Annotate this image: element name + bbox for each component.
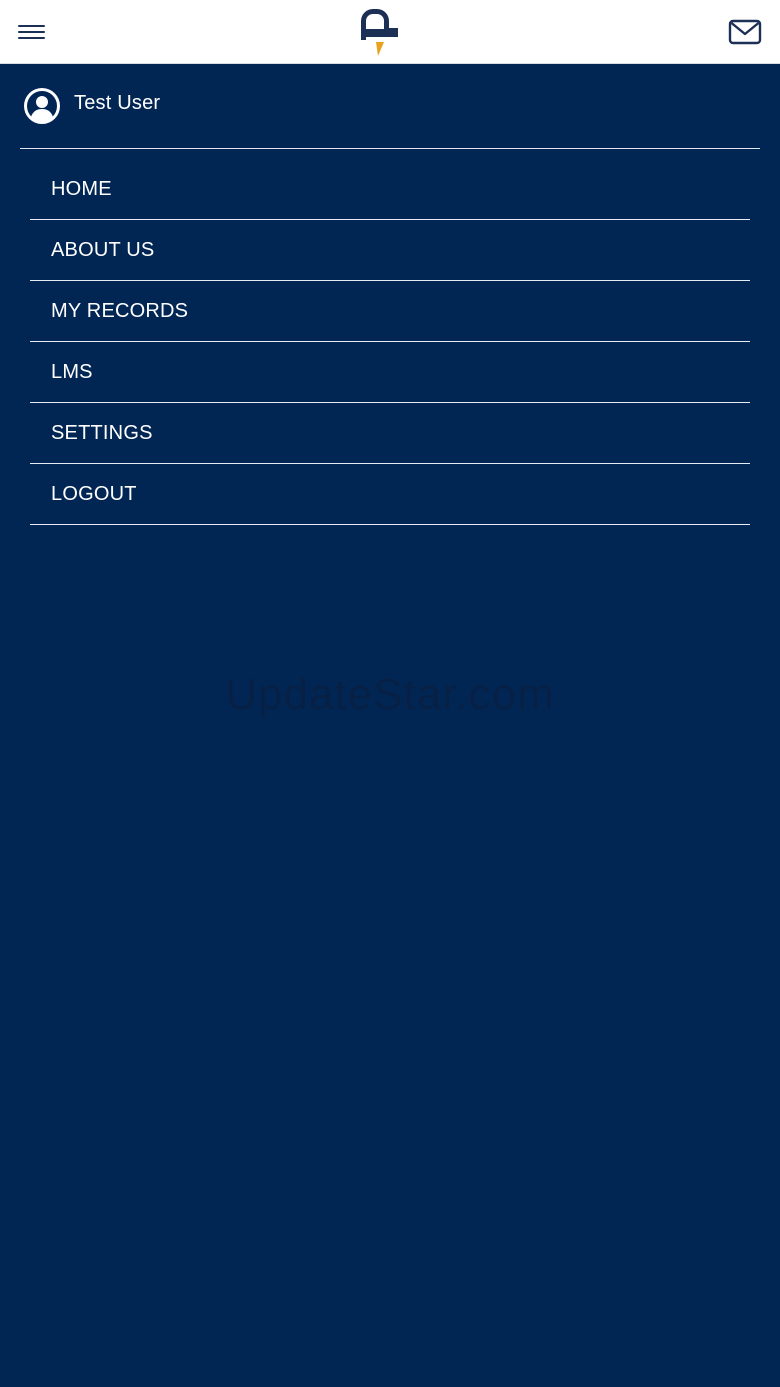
menu-item-lms[interactable]: LMS <box>30 342 750 403</box>
hamburger-icon[interactable] <box>18 22 46 42</box>
mail-icon[interactable] <box>728 18 762 46</box>
watermark-text: UpdateStar.com <box>225 670 555 719</box>
app-logo <box>361 9 398 56</box>
menu-item-logout[interactable]: LOGOUT <box>30 464 750 525</box>
user-name: Test User <box>74 92 161 114</box>
menu-item-home[interactable]: HOME <box>30 159 750 220</box>
menu-item-settings[interactable]: SETTINGS <box>30 403 750 464</box>
user-profile-row[interactable]: Test User <box>20 64 760 149</box>
user-circle-icon <box>24 88 60 124</box>
navigation-drawer: Test User HOME ABOUT US MY RECORDS LMS S… <box>0 64 780 1387</box>
menu-item-my-records[interactable]: MY RECORDS <box>30 281 750 342</box>
menu-item-about-us[interactable]: ABOUT US <box>30 220 750 281</box>
top-app-bar <box>0 0 780 64</box>
drawer-menu: HOME ABOUT US MY RECORDS LMS SETTINGS LO… <box>30 159 750 525</box>
